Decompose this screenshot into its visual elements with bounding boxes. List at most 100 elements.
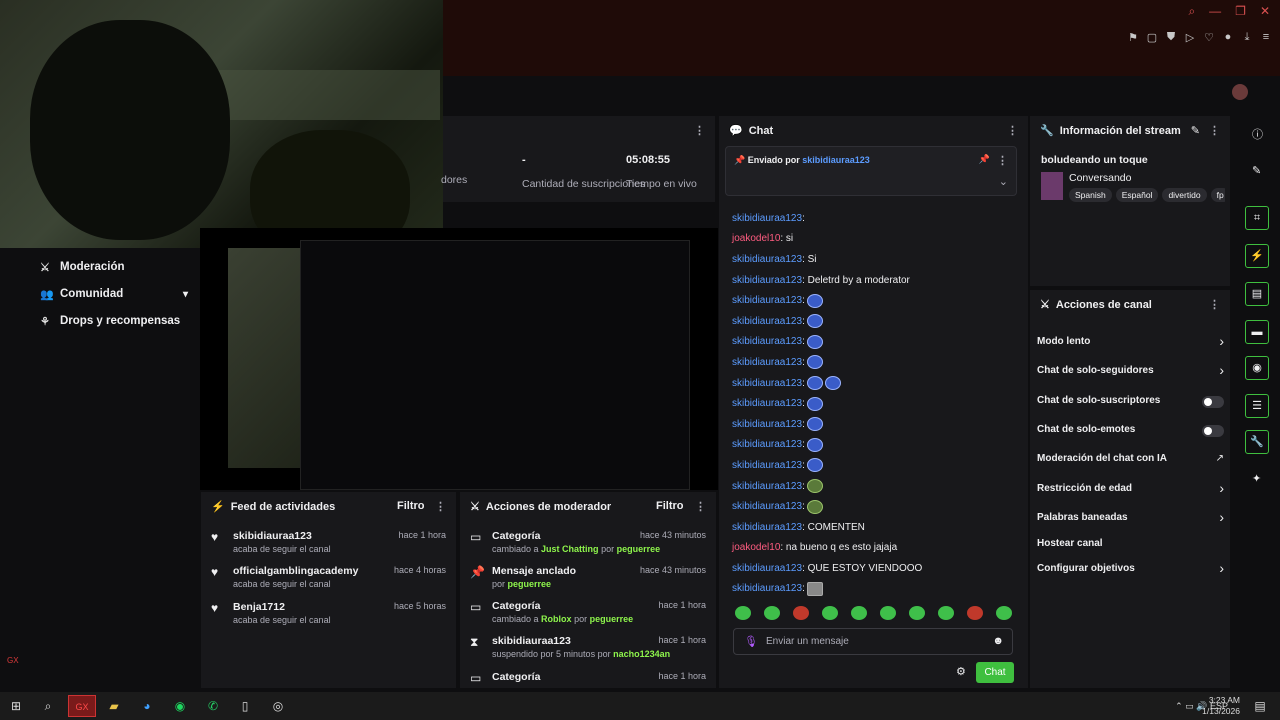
more-icon[interactable]: ⋮	[695, 500, 706, 513]
chat-username[interactable]: skibidiauraa123	[732, 460, 802, 471]
channel-action-item[interactable]: Chat de solo-seguidores	[1037, 365, 1154, 376]
close-icon[interactable]: ✕	[1260, 4, 1270, 19]
profile-icon[interactable]: ●	[1222, 31, 1234, 44]
menu-icon[interactable]: ≡	[1260, 31, 1272, 44]
channel-action-item[interactable]: Chat de solo-emotes	[1037, 424, 1135, 435]
stream-preview[interactable]	[200, 228, 718, 490]
emote-icon[interactable]	[938, 606, 954, 620]
more-icon[interactable]: ⋮	[694, 124, 705, 137]
edit-icon[interactable]: ✎	[1252, 164, 1261, 177]
search-icon[interactable]: ⌕	[1188, 4, 1195, 19]
channel-action-item[interactable]: Restricción de edad	[1037, 483, 1132, 494]
chat-username[interactable]: skibidiauraa123	[732, 481, 802, 492]
chat-username[interactable]: joakodel10	[732, 542, 780, 553]
chat-username[interactable]: skibidiauraa123	[732, 275, 802, 286]
tag[interactable]: Spanish	[1069, 188, 1112, 202]
more-icon[interactable]: ⋮	[1007, 124, 1018, 137]
snapshot-icon[interactable]: ▢	[1146, 31, 1158, 44]
channel-action-item[interactable]: Moderación del chat con IA	[1037, 453, 1167, 464]
chat-username[interactable]: skibidiauraa123	[732, 254, 802, 265]
emoji-icon[interactable]: ☻	[992, 635, 1004, 647]
notifications-icon[interactable]: ▤	[1252, 699, 1268, 715]
play-icon[interactable]: ▷	[1184, 31, 1196, 44]
tag[interactable]: Español	[1115, 188, 1159, 202]
chat-icon[interactable]: ▬	[1245, 320, 1269, 344]
chevron-right-icon[interactable]: ›	[1219, 560, 1224, 576]
chat-username[interactable]: skibidiauraa123	[732, 316, 802, 327]
wrench-icon[interactable]: 🔧	[1245, 430, 1269, 454]
list-icon[interactable]: ▤	[1245, 282, 1269, 306]
emote-icon[interactable]	[735, 606, 751, 620]
channel-action-item[interactable]: Palabras baneadas	[1037, 512, 1128, 523]
clip-icon[interactable]: ⌗	[1245, 206, 1269, 230]
bolt-icon[interactable]: ⚡	[1245, 244, 1269, 268]
chat-username[interactable]: skibidiauraa123	[732, 501, 802, 512]
emote-icon[interactable]	[822, 606, 838, 620]
sidebar-item-drops[interactable]: ⚘ Drops y recompensas	[40, 315, 180, 328]
more-icon[interactable]: ⋮	[1209, 124, 1220, 137]
heart-icon[interactable]: ♡	[1203, 31, 1215, 44]
layout-icon[interactable]: ☰	[1245, 394, 1269, 418]
toggle-switch[interactable]	[1202, 396, 1224, 408]
network-icon[interactable]: ▭	[1185, 701, 1194, 711]
chat-username[interactable]: skibidiauraa123	[732, 398, 802, 409]
whatsapp-icon[interactable]: ✆	[205, 699, 221, 715]
chat-username[interactable]: skibidiauraa123	[732, 563, 802, 574]
tag[interactable]: divertido	[1162, 188, 1207, 202]
maximize-icon[interactable]: ❐	[1235, 4, 1246, 19]
shield-icon[interactable]: ⛊	[1165, 31, 1177, 44]
channel-action-item[interactable]: Configurar objetivos	[1037, 563, 1135, 574]
clock[interactable]: 3:23 AM 1/13/2026	[1202, 695, 1240, 717]
search-icon[interactable]: ⌕	[40, 699, 56, 715]
mod-filter-button[interactable]: Filtro	[656, 500, 684, 512]
emote-icon[interactable]	[996, 606, 1012, 620]
mic-icon[interactable]: 🎙	[744, 635, 758, 648]
info-icon[interactable]: ⓘ	[1252, 126, 1263, 142]
more-icon[interactable]: ⋮	[1209, 298, 1220, 311]
sidebar-item-moderacion[interactable]: ⚔ Moderación	[40, 261, 125, 274]
emote-icon[interactable]	[967, 606, 983, 620]
emote-icon[interactable]	[851, 606, 867, 620]
chevron-up-icon[interactable]: ⌃	[1175, 701, 1183, 711]
bookmark-icon[interactable]: ⚑	[1127, 31, 1139, 44]
chevron-right-icon[interactable]: ›	[1219, 333, 1224, 349]
emote-icon[interactable]	[909, 606, 925, 620]
spotify-icon[interactable]: ◉	[172, 699, 188, 715]
minimize-icon[interactable]: —	[1209, 4, 1221, 19]
folder-icon[interactable]: ▰	[106, 699, 122, 715]
chat-username[interactable]: skibidiauraa123	[732, 583, 802, 594]
feed-filter-button[interactable]: Filtro	[397, 500, 425, 512]
more-icon[interactable]: ⋮	[435, 500, 446, 513]
chat-username[interactable]: skibidiauraa123	[732, 357, 802, 368]
chevron-right-icon[interactable]: ›	[1219, 480, 1224, 496]
broadcast-icon[interactable]: ◉	[1245, 356, 1269, 380]
document-icon[interactable]: ▯	[237, 699, 253, 715]
obs-icon[interactable]: ◎	[270, 699, 286, 715]
channel-action-item[interactable]: Hostear canal	[1037, 538, 1103, 549]
send-chat-button[interactable]: Chat	[976, 662, 1014, 683]
channel-action-item[interactable]: Chat de solo-suscriptores	[1037, 395, 1160, 406]
external-link-icon[interactable]: ↗	[1216, 453, 1224, 464]
more-icon[interactable]: ⋮	[997, 154, 1008, 167]
tag[interactable]: fp	[1210, 188, 1225, 202]
chat-username[interactable]: skibidiauraa123	[732, 336, 802, 347]
chevron-down-icon[interactable]: ⌄	[999, 175, 1008, 188]
add-icon[interactable]: ✦	[1252, 472, 1261, 485]
chat-username[interactable]: joakodel10	[732, 233, 780, 244]
emote-icon[interactable]	[793, 606, 809, 620]
chat-username[interactable]: skibidiauraa123	[732, 378, 802, 389]
download-icon[interactable]: ⤓	[1241, 31, 1253, 44]
chat-input[interactable]: 🎙 Enviar un mensaje ☻	[733, 628, 1013, 655]
emote-icon[interactable]	[764, 606, 780, 620]
chat-username[interactable]: skibidiauraa123	[732, 419, 802, 430]
toggle-switch[interactable]	[1202, 425, 1224, 437]
emote-icon[interactable]	[880, 606, 896, 620]
channel-action-item[interactable]: Modo lento	[1037, 336, 1090, 347]
chat-username[interactable]: skibidiauraa123	[732, 213, 802, 224]
edge-icon[interactable]: ◕	[139, 699, 155, 715]
unpin-icon[interactable]: 📌	[979, 154, 990, 165]
sidebar-item-comunidad[interactable]: 👥 Comunidad ▾	[40, 288, 188, 301]
gear-icon[interactable]: ⚙	[956, 665, 966, 678]
opera-gx-icon[interactable]: GX	[68, 695, 96, 717]
chevron-right-icon[interactable]: ›	[1219, 509, 1224, 525]
